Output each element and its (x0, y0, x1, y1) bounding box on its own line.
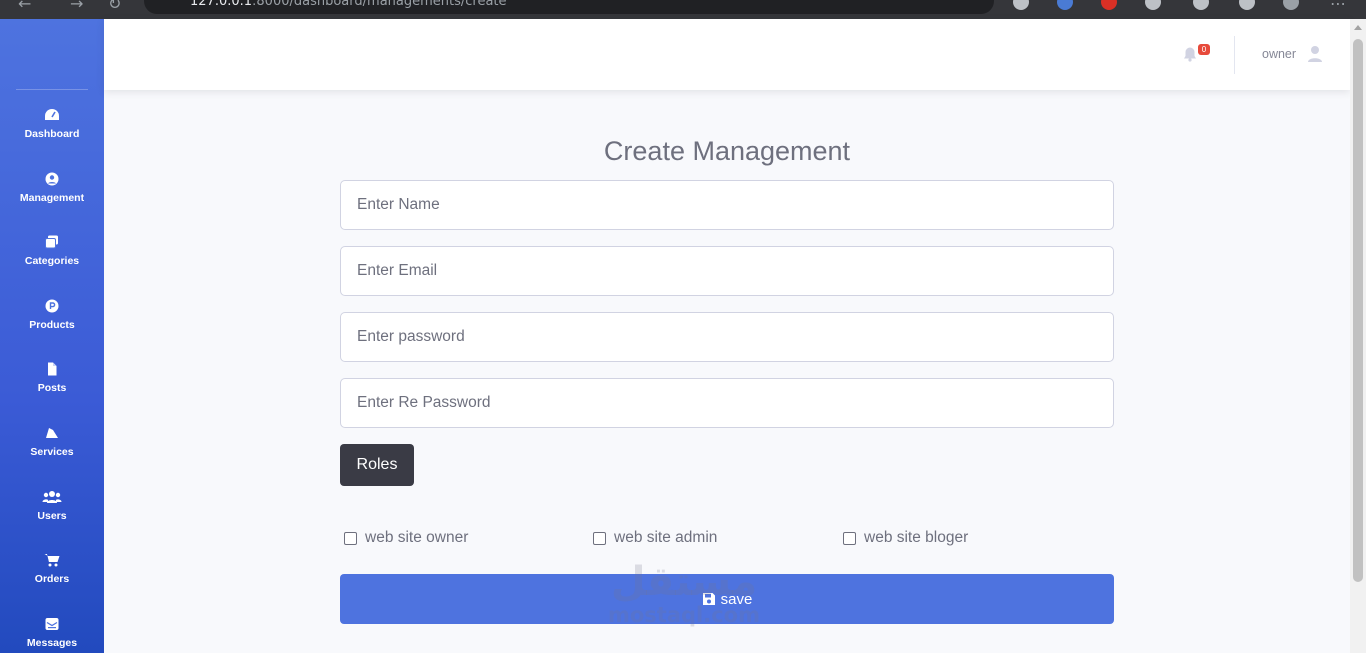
copy-icon (45, 235, 58, 249)
sidebar-item-users[interactable]: Users (0, 490, 104, 522)
extension-icon[interactable] (1013, 0, 1029, 10)
sidebar-item-products[interactable]: Products (0, 299, 104, 331)
sidebar-item-label: Orders (34, 573, 70, 585)
forward-icon[interactable]: → (70, 0, 83, 13)
product-icon (45, 299, 59, 313)
sidebar-item-label: Messages (26, 637, 78, 649)
email-input[interactable] (340, 246, 1114, 296)
scroll-up-icon[interactable] (1354, 25, 1362, 30)
file-icon (48, 362, 57, 376)
sidebar-item-label: Dashboard (24, 128, 80, 140)
back-icon[interactable]: ← (18, 0, 31, 13)
reading-list-icon[interactable] (1193, 0, 1209, 10)
tachometer-icon (45, 109, 59, 120)
sidebar-item-label: Users (37, 510, 67, 522)
user-circle-icon (45, 172, 59, 186)
sidebar: Dashboard Management Categories Products… (0, 19, 104, 653)
roles-button[interactable]: Roles (340, 444, 414, 486)
sidebar-item-label: Categories (24, 255, 80, 267)
sidebar-item-dashboard[interactable]: Dashboard (0, 108, 104, 140)
sidebar-item-label: Management (19, 192, 85, 204)
profile-avatar-icon[interactable] (1283, 0, 1299, 10)
topbar: 0 owner (104, 19, 1350, 90)
notification-count-badge: 0 (1198, 44, 1210, 55)
name-input[interactable] (340, 180, 1114, 230)
shield-icon[interactable] (1101, 0, 1117, 10)
sidebar-item-label: Products (29, 319, 75, 331)
reload-icon[interactable]: ↻ (108, 0, 121, 13)
more-menu-icon[interactable]: ⋯ (1330, 0, 1346, 13)
checkbox-box[interactable] (344, 531, 357, 545)
role-label: web site admin (614, 529, 718, 546)
floppy-disk-icon (702, 593, 715, 605)
sidebar-item-orders[interactable]: Orders (0, 553, 104, 585)
role-checkbox-admin[interactable]: web site admin (593, 529, 717, 547)
repassword-input[interactable] (340, 378, 1114, 428)
page-title: Create Management (603, 136, 851, 166)
role-label: web site owner (365, 529, 469, 546)
checkbox-box[interactable] (843, 531, 856, 545)
bell-icon[interactable] (1182, 46, 1198, 62)
user-icon[interactable] (1307, 45, 1323, 63)
sidebar-item-label: Services (30, 446, 74, 458)
sidebar-item-categories[interactable]: Categories (0, 235, 104, 267)
save-button[interactable]: save (340, 574, 1114, 624)
browser-toolbar: ← → ↻ 127.0.0.1:8000/dashboard/managemen… (0, 0, 1366, 19)
sidebar-item-services[interactable]: Services (0, 426, 104, 458)
sidebar-item-messages[interactable]: Messages (0, 617, 104, 649)
topbar-divider (1234, 36, 1235, 74)
sidebar-item-posts[interactable]: Posts (0, 362, 104, 394)
collections-icon[interactable] (1239, 0, 1255, 10)
user-name[interactable]: owner (1262, 47, 1296, 61)
save-button-label: save (720, 590, 753, 608)
role-checkbox-owner[interactable]: web site owner (344, 529, 468, 547)
address-bar-url: 127.0.0.1:8000/dashboard/managements/cre… (190, 0, 507, 9)
translate-icon[interactable] (1057, 0, 1073, 10)
checkbox-box[interactable] (593, 531, 606, 545)
users-icon (42, 491, 62, 503)
password-input[interactable] (340, 312, 1114, 362)
service-icon (46, 428, 58, 438)
puzzle-icon[interactable] (1145, 0, 1161, 10)
scroll-thumb[interactable] (1353, 39, 1363, 582)
sidebar-item-label: Posts (37, 382, 67, 394)
role-label: web site bloger (864, 529, 969, 546)
page-scrollbar[interactable] (1350, 19, 1366, 653)
role-checkbox-bloger[interactable]: web site bloger (843, 529, 968, 547)
sidebar-item-management[interactable]: Management (0, 172, 104, 204)
cart-icon (44, 554, 60, 567)
sidebar-divider (16, 89, 88, 90)
envelope-icon (45, 618, 59, 630)
